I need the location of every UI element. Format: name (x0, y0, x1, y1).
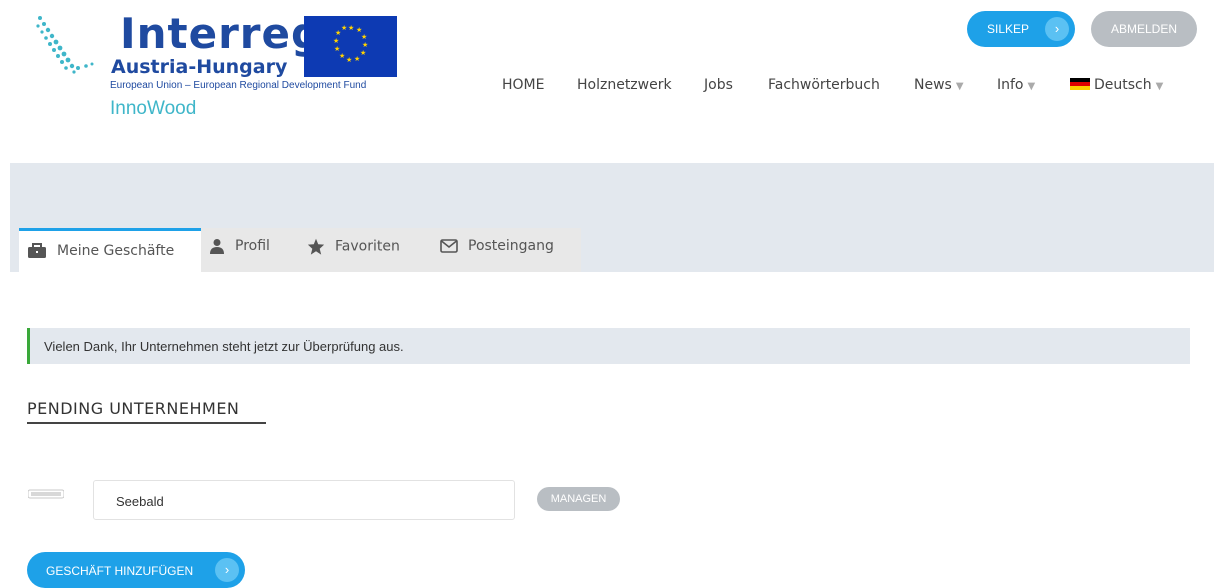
svg-text:★: ★ (362, 41, 368, 49)
dots-icon (36, 16, 94, 74)
logo-title: Interreg (120, 9, 323, 58)
tab-group-inactive: Profil Favoriten Posteingang (201, 228, 581, 272)
eu-flag-icon: ★ ★★ ★★★ ★★★ ★★★ (304, 16, 397, 77)
logo-project-name: InnoWood (110, 98, 197, 119)
nav-info-label: Info (997, 77, 1024, 93)
section-underline (27, 422, 266, 424)
business-logo (27, 489, 65, 499)
tab-label: Posteingang (468, 238, 554, 254)
success-notice: Vielen Dank, Ihr Unternehmen steht jetzt… (27, 328, 1190, 364)
envelope-icon (440, 239, 458, 253)
svg-text:★: ★ (339, 52, 345, 60)
caret-down-icon: ▼ (1155, 81, 1164, 92)
nav-item-fachwoerterbuch[interactable]: Fachwörterbuch (768, 77, 880, 93)
star-icon (307, 238, 325, 255)
caret-down-icon: ▼ (955, 81, 964, 92)
tab-profil[interactable]: Profil (209, 238, 270, 254)
svg-text:★: ★ (361, 33, 367, 41)
nav-item-holznetzwerk[interactable]: Holznetzwerk (577, 77, 672, 93)
briefcase-icon (28, 243, 46, 258)
svg-text:★: ★ (360, 49, 366, 57)
business-name: Seebald (116, 494, 164, 509)
svg-text:★: ★ (341, 24, 347, 32)
tab-favoriten[interactable]: Favoriten (307, 238, 400, 255)
german-flag-icon (1070, 78, 1090, 90)
interreg-logo[interactable]: Interreg Austria-Hungary European Union … (34, 10, 414, 124)
caret-down-icon: ▼ (1027, 81, 1036, 92)
language-label: Deutsch (1094, 77, 1152, 93)
tab-label: Favoriten (335, 238, 400, 255)
add-business-button[interactable]: GESCHÄFT HINZUFÜGEN › (27, 552, 245, 588)
svg-text:★: ★ (354, 55, 360, 63)
language-selector[interactable]: Deutsch ▼ (1070, 77, 1163, 93)
tab-label: Profil (235, 238, 270, 254)
business-logo-icon (27, 489, 65, 499)
section-title: PENDING UNTERNEHMEN (27, 399, 240, 418)
nav-item-jobs[interactable]: Jobs (704, 77, 733, 93)
logout-button[interactable]: ABMELDEN (1091, 11, 1197, 47)
nav-item-news[interactable]: News ▼ (914, 77, 964, 93)
svg-text:★: ★ (333, 37, 339, 45)
user-account-label: SILKEP (987, 22, 1030, 36)
nav-item-home[interactable]: HOME (502, 77, 544, 93)
chevron-right-icon: › (215, 558, 239, 582)
manage-button[interactable]: MANAGEN (537, 487, 620, 511)
chevron-right-icon: › (1045, 17, 1069, 41)
notice-text: Vielen Dank, Ihr Unternehmen steht jetzt… (44, 339, 404, 354)
nav-item-info[interactable]: Info ▼ (997, 77, 1035, 93)
add-business-label: GESCHÄFT HINZUFÜGEN (46, 564, 194, 578)
svg-text:★: ★ (348, 24, 354, 32)
user-account-button[interactable]: SILKEP › (967, 11, 1075, 47)
user-icon (210, 239, 224, 254)
logo-subtitle: Austria-Hungary (111, 56, 288, 78)
tab-posteingang[interactable]: Posteingang (440, 238, 554, 254)
svg-text:★: ★ (346, 56, 352, 64)
tab-label: Meine Geschäfte (57, 243, 175, 259)
svg-text:★: ★ (334, 45, 340, 53)
business-name-field[interactable]: Seebald (93, 480, 515, 520)
tab-meine-geschaefte[interactable]: Meine Geschäfte (19, 228, 201, 275)
main-nav: HOME Holznetzwerk Jobs Fachwörterbuch Ne… (0, 77, 1214, 97)
nav-news-label: News (914, 77, 952, 93)
